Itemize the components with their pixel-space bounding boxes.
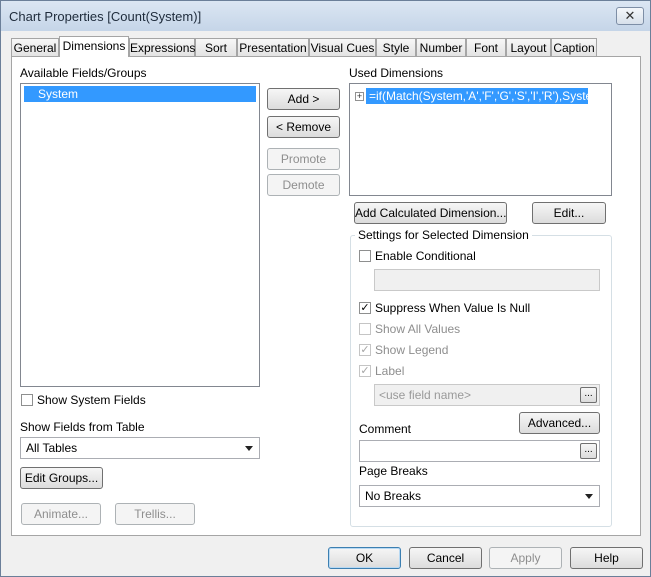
- trellis-button[interactable]: Trellis...: [115, 503, 195, 525]
- label-checkbox[interactable]: ✓: [359, 365, 371, 377]
- promote-button[interactable]: Promote: [267, 148, 340, 170]
- enable-conditional-checkbox[interactable]: [359, 250, 371, 262]
- show-fields-from-table-label: Show Fields from Table: [20, 420, 145, 434]
- edit-dimension-button[interactable]: Edit...: [532, 202, 606, 224]
- add-calculated-dimension-button[interactable]: Add Calculated Dimension...: [354, 202, 507, 224]
- demote-button[interactable]: Demote: [267, 174, 340, 196]
- settings-group-title: Settings for Selected Dimension: [355, 228, 532, 242]
- tab-visual-cues[interactable]: Visual Cues: [309, 38, 376, 56]
- table-select-value: All Tables: [26, 441, 78, 455]
- dimensions-panel: Available Fields/Groups System Show Syst…: [11, 56, 641, 536]
- page-breaks-label: Page Breaks: [359, 464, 428, 478]
- tab-font[interactable]: Font: [466, 38, 506, 56]
- suppress-null-label: Suppress When Value Is Null: [375, 301, 531, 315]
- apply-button[interactable]: Apply: [489, 547, 562, 569]
- show-legend-checkbox[interactable]: ✓: [359, 344, 371, 356]
- tab-number[interactable]: Number: [416, 38, 466, 56]
- window-title: Chart Properties [Count(System)]: [9, 9, 202, 24]
- tab-dimensions[interactable]: Dimensions: [59, 36, 129, 57]
- add-button[interactable]: Add >: [267, 88, 340, 110]
- cancel-button[interactable]: Cancel: [409, 547, 482, 569]
- ok-button[interactable]: OK: [328, 547, 401, 569]
- tab-general[interactable]: General: [11, 38, 59, 56]
- show-legend-label: Show Legend: [375, 343, 449, 357]
- available-fields-label: Available Fields/Groups: [20, 66, 147, 80]
- chevron-down-icon: [245, 446, 253, 451]
- tab-expressions[interactable]: Expressions: [129, 38, 195, 56]
- label-input[interactable]: <use field name>: [374, 384, 600, 406]
- comment-input[interactable]: [359, 440, 600, 462]
- advanced-button[interactable]: Advanced...: [519, 412, 600, 434]
- suppress-null-checkbox[interactable]: ✓: [359, 302, 371, 314]
- chevron-down-icon: [585, 494, 593, 499]
- used-dimensions-label: Used Dimensions: [349, 66, 444, 80]
- show-all-values-checkbox[interactable]: [359, 323, 371, 335]
- list-item[interactable]: =if(Match(System,'A','F','G','S','I','R'…: [366, 88, 606, 104]
- comment-ellipsis-button[interactable]: ...: [580, 443, 597, 459]
- chart-properties-dialog: Chart Properties [Count(System)] ✕ Gener…: [0, 0, 651, 577]
- tab-presentation[interactable]: Presentation: [237, 38, 309, 56]
- conditional-input[interactable]: [374, 269, 600, 291]
- tab-sort[interactable]: Sort: [195, 38, 237, 56]
- label-label: Label: [375, 364, 405, 378]
- tab-layout[interactable]: Layout: [506, 38, 551, 56]
- list-item[interactable]: System: [24, 86, 256, 102]
- animate-button[interactable]: Animate...: [21, 503, 101, 525]
- title-bar: Chart Properties [Count(System)] ✕: [1, 1, 650, 31]
- page-breaks-select[interactable]: No Breaks: [359, 485, 600, 507]
- remove-button[interactable]: < Remove: [267, 116, 340, 138]
- label-ellipsis-button[interactable]: ...: [580, 387, 597, 403]
- expand-icon[interactable]: +: [355, 92, 364, 101]
- table-select[interactable]: All Tables: [20, 437, 260, 459]
- comment-label: Comment: [359, 422, 412, 436]
- tab-style[interactable]: Style: [376, 38, 416, 56]
- help-button[interactable]: Help: [570, 547, 643, 569]
- used-dimensions-list[interactable]: + =if(Match(System,'A','F','G','S','I','…: [349, 83, 612, 196]
- tab-caption[interactable]: Caption: [551, 38, 597, 56]
- edit-groups-button[interactable]: Edit Groups...: [20, 467, 103, 489]
- show-all-values-label: Show All Values: [375, 322, 461, 336]
- label-placeholder: <use field name>: [379, 388, 472, 402]
- close-button[interactable]: ✕: [616, 7, 644, 25]
- page-breaks-value: No Breaks: [365, 489, 422, 503]
- show-system-fields-checkbox[interactable]: [21, 394, 33, 406]
- enable-conditional-label: Enable Conditional: [375, 249, 476, 263]
- available-fields-list[interactable]: System: [20, 83, 260, 387]
- show-system-fields-label: Show System Fields: [37, 393, 146, 407]
